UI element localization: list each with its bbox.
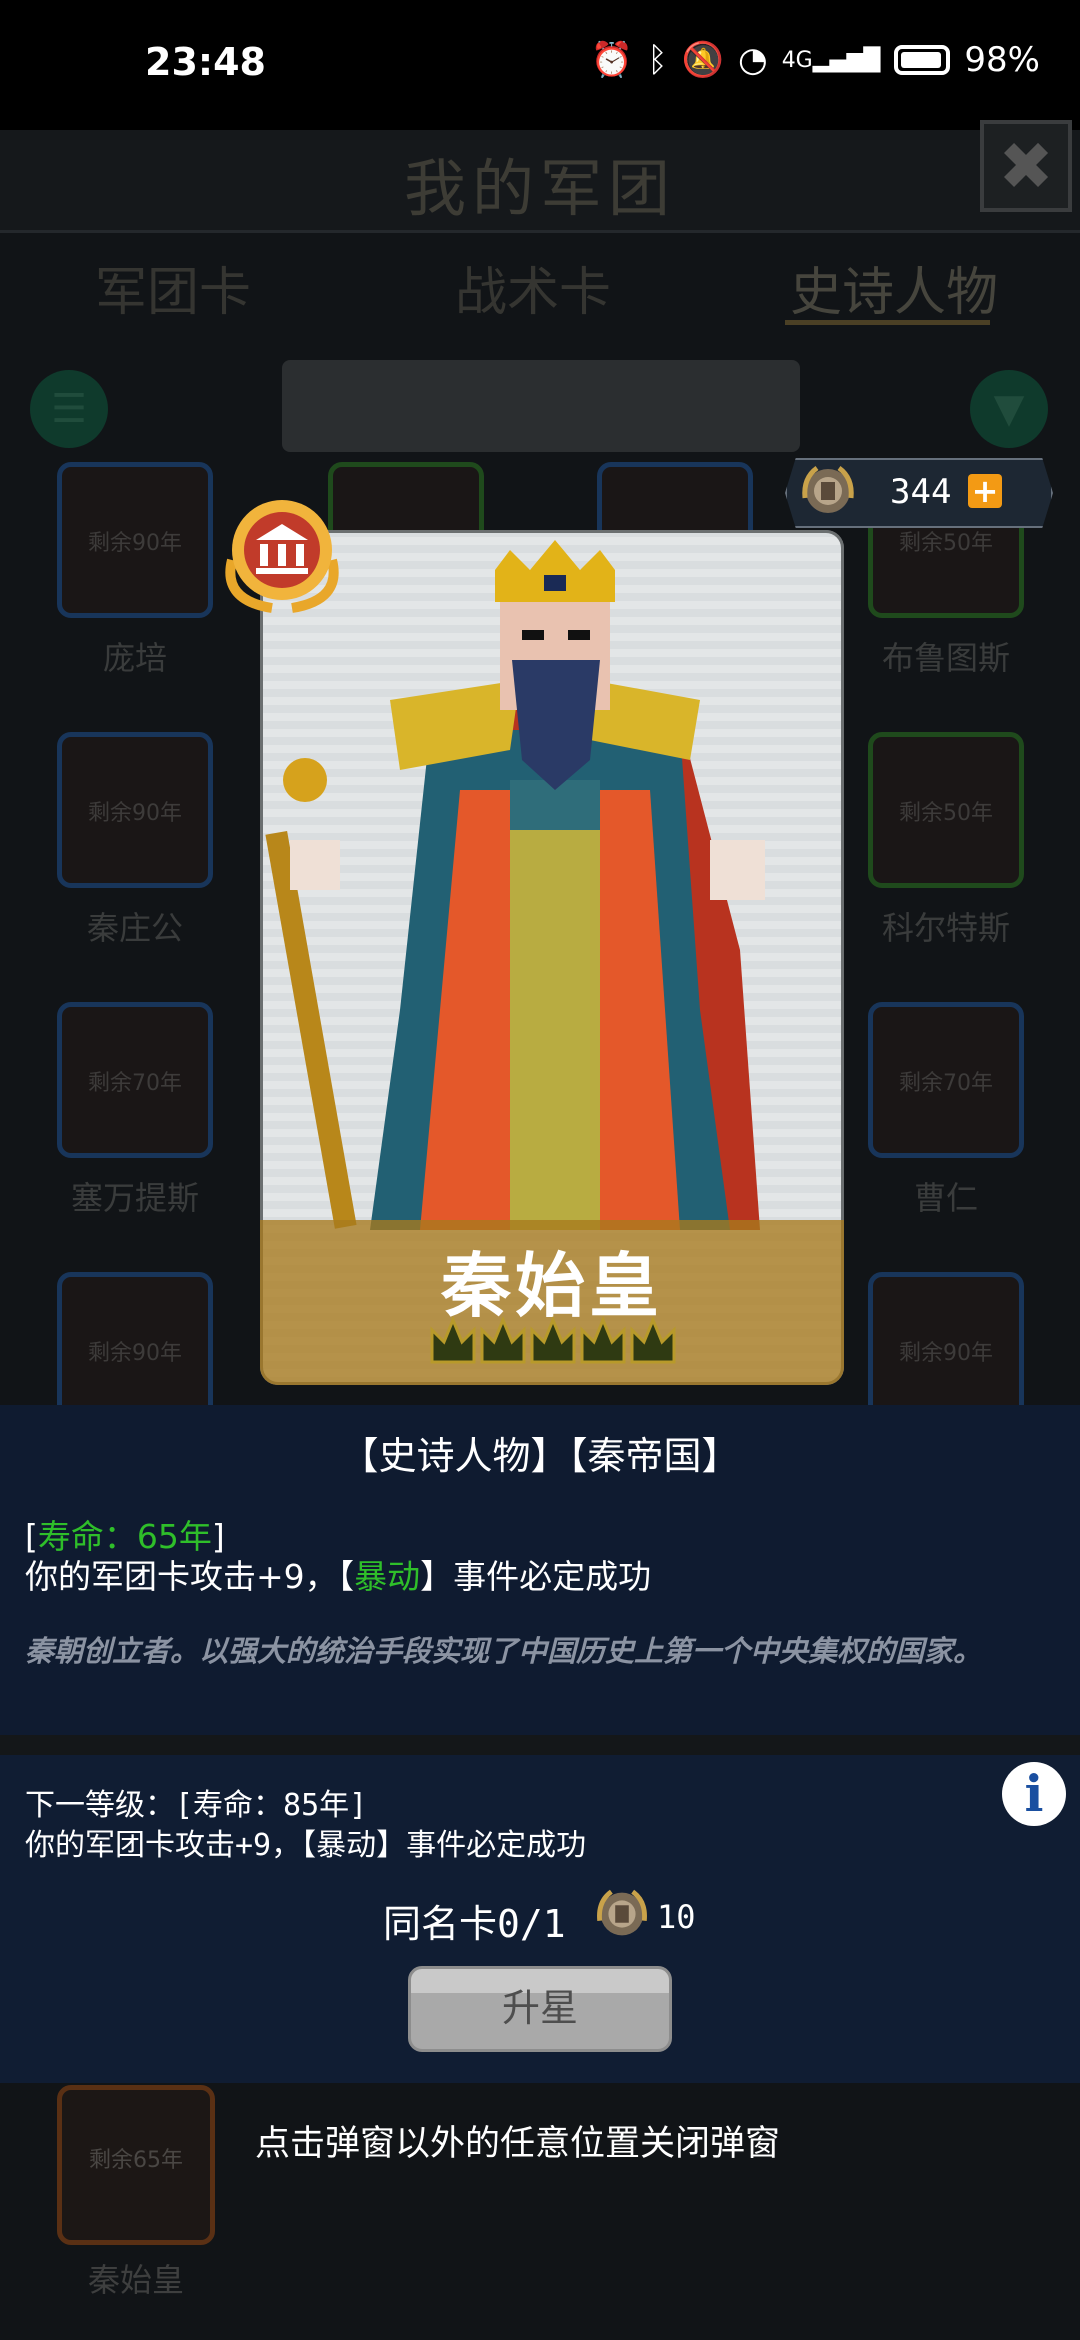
grid-card-remain: 剩余50年 [899,801,993,826]
tab-legion-cards[interactable]: 军团卡 [95,250,251,325]
bluetooth-icon: ᛒ [647,40,668,80]
grid-card-name: 布鲁图斯 [881,639,1010,677]
currency-value: 344 [890,472,952,512]
grid-card-name: 塞万提斯 [70,1179,199,1217]
grid-card-remain: 剩余90年 [88,1341,182,1366]
hero-card[interactable]: 秦始皇 [260,530,844,1385]
grid-card-name: 秦庄公 [86,909,183,947]
battery-icon [894,45,951,75]
next-level-effect: 你的军团卡攻击+9，【暴动】事件必定成功 [25,1828,587,1863]
grid-card-remain: 剩余90年 [88,801,182,826]
grid-card-remain: 剩余90年 [899,1341,993,1366]
info-button[interactable]: i [1002,1762,1066,1826]
alarm-icon: ⏰ [590,40,634,80]
grid-card-name: 曹仁 [913,1179,978,1217]
row-name-strip [0,1735,1080,1755]
tab-tactic-cards[interactable]: 战术卡 [455,250,611,325]
grid-card-remain: 剩余50年 [899,531,993,556]
duplicate-card-count: 同名卡0/1 [383,1902,566,1946]
list-view-button[interactable]: ☰ [30,370,108,448]
search-input[interactable] [282,360,800,452]
info-icon: i [1024,1764,1044,1823]
star-crowns [430,1316,676,1364]
filter-button[interactable]: ▼ [970,370,1048,448]
tab-epic-figures[interactable]: 史诗人物 [790,250,998,325]
effect-suffix: 】事件必定成功 [420,1557,652,1596]
filter-icon: ▼ [993,386,1025,432]
add-currency-button[interactable]: + [968,474,1002,508]
signal-icon: 4G▂▄▆█ [781,47,881,73]
active-tab-indicator [785,320,990,325]
battery-percent: 98% [964,40,1040,80]
mute-icon: 🔕 [681,40,725,80]
laurel-coin-icon [802,465,854,513]
network-label: 4G [781,47,813,73]
list-icon: ☰ [51,386,87,432]
effect-keyword: 暴动 [354,1557,421,1596]
close-icon: ✖ [998,127,1054,205]
hero-tags: 【史诗人物】【秦帝国】 [340,1434,740,1478]
grid-card-name: 科尔特斯 [881,909,1010,947]
grid-card-remain: 剩余70年 [899,1071,993,1096]
hero-description: 秦朝创立者。以强大的统治手段实现了中国历史上第一个中央集权的国家。 [25,1634,983,1668]
close-hint: 点击弹窗以外的任意位置关闭弹窗 [255,2124,781,2164]
wifi-icon: ◔ [738,40,768,80]
next-level-text: 下一等级：[寿命：85年] [25,1788,368,1823]
grid-card-name: 庞培 [102,639,167,677]
grid-card-remain: 剩余70年 [88,1071,182,1096]
hero-effect: 你的军团卡攻击+9，【暴动】事件必定成功 [25,1550,651,1598]
grid-card-name: 秦始皇 [87,2261,184,2299]
status-icons: ⏰ ᛒ 🔕 ◔ 4G▂▄▆█ 98% [591,40,1040,80]
status-time: 23:48 [145,40,266,84]
page-title: 我的军团 [403,152,676,225]
museum-badge-icon [225,500,339,613]
grid-card-remain: 剩余65年 [89,2148,183,2173]
close-button[interactable]: ✖ [980,120,1072,212]
upgrade-star-button[interactable]: 升星 [408,1966,672,2052]
laurel-coin-icon [597,1889,647,1936]
effect-prefix: 你的军团卡攻击+9，【 [25,1557,355,1596]
grid-card-remain: 剩余90年 [88,531,182,556]
upgrade-cost: 10 [657,1898,696,1936]
